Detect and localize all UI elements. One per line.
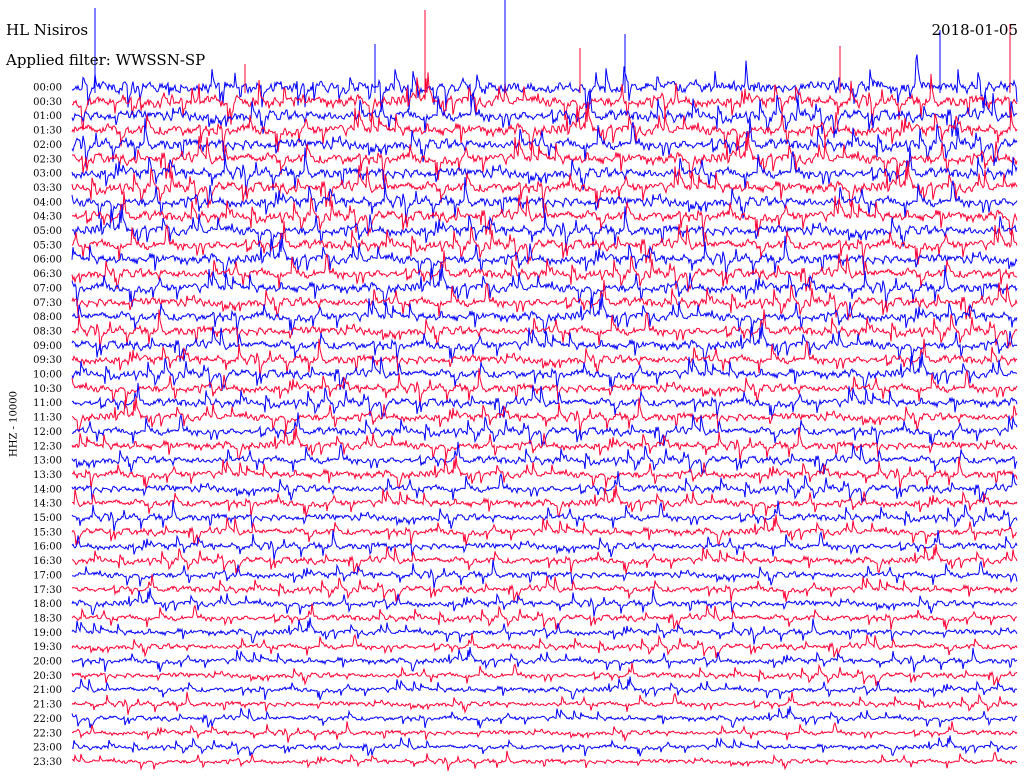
tick-label: 07:00 bbox=[33, 283, 62, 294]
tick-label: 22:30 bbox=[33, 728, 62, 739]
tick-label: 21:00 bbox=[33, 685, 62, 696]
trace-0930 bbox=[71, 338, 1018, 378]
tick-label: 11:00 bbox=[33, 398, 62, 409]
tick-label: 14:30 bbox=[33, 499, 62, 510]
tick-label: 04:00 bbox=[33, 197, 62, 208]
tick-label: 01:30 bbox=[33, 126, 62, 137]
tick-label: 17:00 bbox=[33, 570, 62, 581]
tick-label: 09:30 bbox=[33, 355, 62, 366]
trace-1700 bbox=[71, 559, 1018, 589]
trace-1800 bbox=[71, 588, 1018, 617]
trace-1900 bbox=[71, 617, 1018, 645]
trace-0230 bbox=[71, 131, 1018, 181]
trace-1000 bbox=[71, 352, 1018, 392]
tick-label: 18:00 bbox=[33, 599, 62, 610]
time-tick-labels: 00:00 00:30 01:00 01:30 02:00 02:30 03:00 03:30… bbox=[33, 83, 62, 768]
tick-label: 19:00 bbox=[33, 628, 62, 639]
tick-label: 13:30 bbox=[33, 470, 62, 481]
tick-label: 01:00 bbox=[33, 111, 62, 122]
tick-label: 06:30 bbox=[33, 269, 62, 280]
tick-label: 17:30 bbox=[33, 585, 62, 596]
trace-2130 bbox=[71, 691, 1018, 715]
tick-label: 05:00 bbox=[33, 226, 62, 237]
tick-label: 16:00 bbox=[33, 542, 62, 553]
trace-0200 bbox=[71, 118, 1018, 168]
tick-label: 09:00 bbox=[33, 341, 62, 352]
tick-label: 08:30 bbox=[33, 326, 62, 337]
tick-label: 21:30 bbox=[33, 700, 62, 711]
tick-label: 15:30 bbox=[33, 527, 62, 538]
trace-1100 bbox=[71, 382, 1018, 420]
tick-label: 02:00 bbox=[33, 140, 62, 151]
tick-label: 10:00 bbox=[33, 370, 62, 381]
tick-label: 22:00 bbox=[33, 714, 62, 725]
tick-label: 14:00 bbox=[33, 484, 62, 495]
date-label: 2018-01-05 bbox=[931, 21, 1018, 39]
tick-label: 10:30 bbox=[33, 384, 62, 395]
trace-0900 bbox=[71, 322, 1018, 363]
trace-2230 bbox=[71, 721, 1018, 743]
trace-2000 bbox=[71, 646, 1018, 673]
tick-label: 03:30 bbox=[33, 183, 62, 194]
tick-label: 20:00 bbox=[33, 657, 62, 668]
trace-1930 bbox=[71, 633, 1018, 658]
tick-label: 20:30 bbox=[33, 671, 62, 682]
tick-label: 15:00 bbox=[33, 513, 62, 524]
trace-2200 bbox=[71, 705, 1018, 729]
tick-label: 03:00 bbox=[33, 169, 62, 180]
trace-2300 bbox=[71, 735, 1018, 757]
tick-label: 08:00 bbox=[33, 312, 62, 323]
tick-label: 13:00 bbox=[33, 456, 62, 467]
trace-1830 bbox=[71, 603, 1018, 630]
trace-0330 bbox=[71, 160, 1018, 209]
filter-label: Applied filter: WWSSN-SP bbox=[6, 51, 206, 69]
tick-label: 07:30 bbox=[33, 298, 62, 309]
tick-label: 12:30 bbox=[33, 441, 62, 452]
station-title: HL Nisiros bbox=[6, 21, 89, 39]
tick-label: 02:30 bbox=[33, 154, 62, 165]
trace-0000 bbox=[71, 54, 1018, 112]
trace-2330 bbox=[71, 750, 1018, 771]
tick-label: 19:30 bbox=[33, 642, 62, 653]
tick-label: 23:00 bbox=[33, 743, 62, 754]
trace-1600 bbox=[71, 530, 1018, 561]
trace-2030 bbox=[71, 662, 1018, 687]
helicorder-plot: 00:00 00:30 01:00 01:30 02:00 02:30 03:00 03:30… bbox=[33, 0, 1018, 771]
tick-label: 12:00 bbox=[33, 427, 62, 438]
tick-label: 00:30 bbox=[33, 97, 62, 108]
tick-label: 05:30 bbox=[33, 240, 62, 251]
tick-label: 16:30 bbox=[33, 556, 62, 567]
tick-label: 23:30 bbox=[33, 757, 62, 768]
y-axis-label: HHZ - 10000 bbox=[8, 391, 20, 457]
tick-label: 11:30 bbox=[33, 413, 62, 424]
tick-label: 04:30 bbox=[33, 212, 62, 223]
tick-label: 00:00 bbox=[33, 83, 62, 94]
tick-label: 18:30 bbox=[33, 613, 62, 624]
tick-label: 06:00 bbox=[33, 255, 62, 266]
